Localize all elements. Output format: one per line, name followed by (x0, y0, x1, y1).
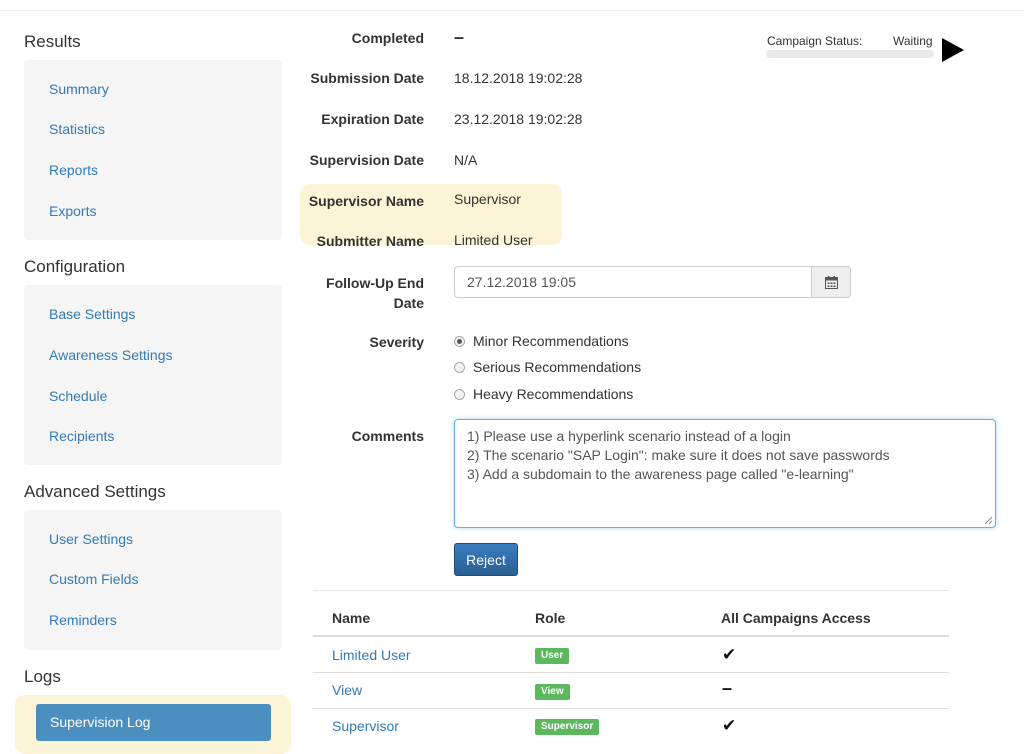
radio-heavy[interactable] (454, 389, 465, 400)
submitter-name-link[interactable]: Limited User (454, 232, 533, 248)
sidebar-item-custom-fields[interactable]: Custom Fields (49, 571, 138, 587)
radio-minor[interactable] (454, 336, 465, 347)
severity-option-minor-label: Minor Recommendations (473, 333, 629, 349)
follow-up-label-line1: Follow-Up End (326, 275, 424, 291)
sidebar-item-exports[interactable]: Exports (49, 203, 96, 219)
campaign-status-value: Waiting (893, 34, 933, 48)
column-header-access: All Campaigns Access (721, 610, 871, 626)
table-row-rule (313, 672, 949, 673)
supervision-date-label: Supervision Date (309, 152, 424, 168)
section-title-results: Results (24, 32, 81, 51)
table-row-name[interactable]: Supervisor (332, 718, 399, 734)
submission-date-label: Submission Date (310, 70, 424, 86)
calendar-icon (824, 275, 838, 289)
sidebar-item-reports[interactable]: Reports (49, 162, 98, 178)
table-row-rule (313, 708, 949, 709)
reject-button[interactable]: Reject (454, 543, 518, 576)
follow-up-label-line2: Date (393, 295, 424, 311)
severity-option-serious-label: Serious Recommendations (473, 359, 642, 375)
sidebar-item-reminders[interactable]: Reminders (49, 612, 117, 628)
role-badge: Supervisor (535, 719, 600, 735)
sidebar-item-schedule[interactable]: Schedule (49, 388, 107, 404)
follow-up-date-input[interactable] (455, 267, 813, 297)
comments-textarea[interactable]: 1) Please use a hyperlink scenario inste… (454, 419, 996, 528)
table-header-rule (313, 635, 949, 637)
submitter-name-label: Submitter Name (316, 233, 424, 249)
completed-label: Completed (351, 30, 424, 46)
campaign-status-progress (766, 50, 934, 58)
supervisor-name-label: Supervisor Name (308, 193, 424, 209)
sidebar: Results Summary Statistics Reports Expor… (0, 0, 300, 754)
access-check-icon: ✔ (722, 716, 737, 735)
completed-value: – (454, 27, 465, 47)
sidebar-item-summary[interactable]: Summary (49, 81, 109, 97)
expiration-date-label: Expiration Date (321, 111, 424, 127)
access-check-icon: ✔ (722, 645, 737, 664)
column-header-name: Name (332, 610, 371, 626)
section-title-advanced-settings: Advanced Settings (24, 482, 166, 501)
supervisor-name-link[interactable]: Supervisor (454, 191, 521, 207)
comments-label: Comments (351, 428, 424, 444)
supervision-date-value: N/A (454, 152, 478, 168)
follow-up-end-date-label: Follow-Up End Date (326, 273, 424, 313)
role-badge: User (535, 648, 570, 664)
sidebar-item-statistics[interactable]: Statistics (49, 121, 105, 137)
radio-serious[interactable] (454, 362, 465, 373)
section-title-logs: Logs (24, 667, 61, 686)
submission-date-value: 18.12.2018 19:02:28 (454, 70, 583, 86)
column-header-role: Role (535, 610, 566, 626)
sidebar-item-awareness-settings[interactable]: Awareness Settings (49, 347, 172, 363)
calendar-button[interactable] (811, 267, 850, 297)
expiration-date-value: 23.12.2018 19:02:28 (454, 111, 583, 127)
play-icon[interactable] (942, 38, 964, 62)
sidebar-item-recipients[interactable]: Recipients (49, 428, 114, 444)
campaign-status-label: Campaign Status: (767, 34, 863, 48)
severity-label: Severity (369, 334, 424, 350)
sidebar-item-base-settings[interactable]: Base Settings (49, 306, 135, 322)
form-divider (313, 590, 949, 591)
follow-up-date-field (454, 266, 851, 298)
advanced-settings-nav: User Settings Custom Fields Reminders (24, 510, 282, 650)
table-row-name[interactable]: View (332, 682, 362, 698)
role-badge: View (535, 684, 570, 700)
sidebar-item-supervision-log[interactable]: Supervision Log (36, 704, 271, 741)
severity-option-heavy-label: Heavy Recommendations (473, 386, 634, 402)
access-none-icon: – (722, 678, 733, 698)
table-row-name[interactable]: Limited User (332, 647, 411, 663)
resize-grip-icon[interactable] (984, 516, 993, 525)
section-title-configuration: Configuration (24, 257, 126, 276)
sidebar-item-user-settings[interactable]: User Settings (49, 531, 133, 547)
results-nav: Summary Statistics Reports Exports (24, 60, 282, 240)
configuration-nav: Base Settings Awareness Settings Schedul… (24, 285, 282, 465)
